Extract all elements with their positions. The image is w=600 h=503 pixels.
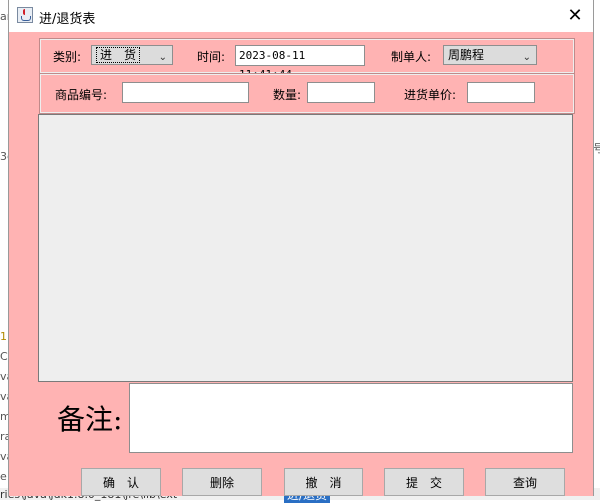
item-panel: 商品编号: 数量: 进货单价:: [39, 73, 575, 114]
category-value: 进 货: [96, 47, 141, 63]
bg-fragment: e: [0, 470, 7, 483]
java-cup-icon: [17, 7, 33, 23]
delete-button[interactable]: 删除: [182, 468, 262, 496]
header-panel: 类别: 进 货 ⌄ 时间: 2023-08-11 11:41:44 制单人: 周…: [39, 38, 575, 81]
unit-price-label: 进货单价:: [404, 88, 457, 102]
unit-price-field[interactable]: [467, 82, 535, 103]
close-button[interactable]: ✕: [557, 0, 593, 32]
window-title: 进/退货表: [39, 12, 96, 27]
creator-value: 周鹏程: [448, 48, 485, 62]
chevron-down-icon: ⌄: [522, 52, 531, 63]
submit-button[interactable]: 提 交: [384, 468, 464, 496]
bg-fragment: C: [0, 350, 8, 363]
bg-fragment: 号: [593, 142, 600, 155]
category-label: 类别:: [53, 50, 82, 64]
chevron-down-icon: ⌄: [158, 52, 167, 63]
remark-textarea[interactable]: [129, 383, 573, 453]
remark-label: 备注:: [57, 403, 123, 436]
confirm-button[interactable]: 确 认: [81, 468, 161, 496]
creator-combo[interactable]: 周鹏程 ⌄: [443, 45, 537, 65]
category-combo[interactable]: 进 货 ⌄: [91, 45, 173, 65]
purchase-return-window: 进/退货表 ✕ 类别: 进 货 ⌄ 时间: 2023-08-11 11:41:4…: [8, 0, 594, 496]
cancel-button[interactable]: 撤 消: [284, 468, 363, 496]
product-code-field[interactable]: [122, 82, 249, 103]
items-table[interactable]: [38, 114, 573, 382]
quantity-label: 数量:: [273, 88, 302, 102]
time-field[interactable]: 2023-08-11 11:41:44: [235, 45, 365, 81]
creator-label: 制单人:: [391, 50, 432, 64]
title-bar[interactable]: 进/退货表 ✕: [9, 0, 593, 32]
time-label: 时间:: [197, 50, 226, 64]
product-code-label: 商品编号:: [55, 88, 108, 102]
quantity-field[interactable]: [307, 82, 375, 103]
query-button[interactable]: 查询: [485, 468, 565, 496]
